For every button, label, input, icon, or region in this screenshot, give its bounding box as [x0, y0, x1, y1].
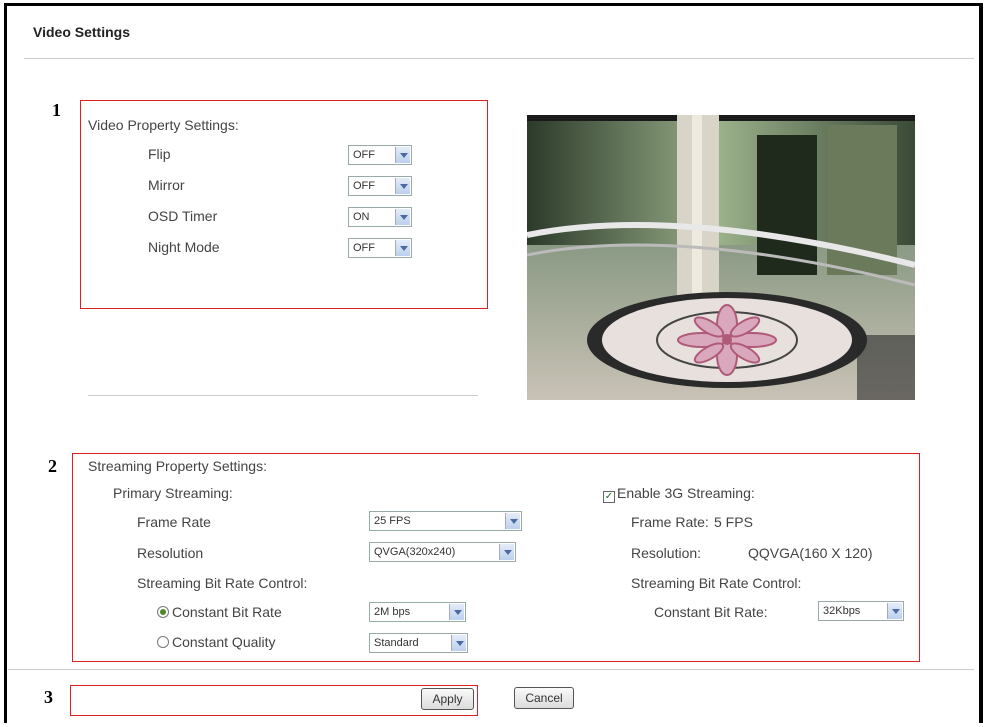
enable-3g-checkbox[interactable]: ✓ — [603, 491, 615, 503]
flip-label: Flip — [148, 146, 171, 162]
section-marker-2: 2 — [48, 456, 57, 476]
chevron-down-icon — [395, 209, 410, 225]
threeg-frame-rate-label: Frame Rate: — [631, 514, 709, 530]
osd-timer-select[interactable]: ON — [348, 207, 412, 227]
osd-timer-label: OSD Timer — [148, 208, 218, 224]
footer-divider — [8, 669, 974, 670]
resolution-select-value: QVGA(320x240) — [374, 546, 456, 558]
chevron-down-icon — [505, 513, 520, 529]
threeg-constant-bit-rate-select[interactable]: 32Kbps — [818, 601, 904, 621]
chevron-down-icon — [395, 240, 410, 256]
osd-timer-select-value: ON — [353, 211, 370, 223]
chevron-down-icon — [449, 604, 464, 620]
chevron-down-icon — [499, 544, 514, 560]
primary-streaming-heading: Primary Streaming: — [113, 485, 233, 501]
threeg-constant-bit-rate-select-value: 32Kbps — [823, 605, 861, 617]
constant-quality-option[interactable]: Constant Quality — [157, 634, 276, 650]
threeg-resolution-value: QQVGA(160 X 120) — [748, 545, 873, 561]
bitrate-control-label: Streaming Bit Rate Control: — [137, 575, 308, 591]
video-property-heading: Video Property Settings: — [88, 117, 239, 133]
chevron-down-icon — [887, 603, 902, 619]
cancel-button[interactable]: Cancel — [514, 687, 574, 709]
night-mode-label: Night Mode — [148, 239, 220, 255]
constant-quality-select-value: Standard — [374, 637, 419, 649]
chevron-down-icon — [451, 635, 466, 651]
night-mode-select-value: OFF — [353, 242, 375, 254]
resolution-label: Resolution — [137, 545, 204, 561]
mirror-select[interactable]: OFF — [348, 176, 412, 196]
highlight-box-3 — [70, 685, 478, 716]
mirror-label: Mirror — [148, 177, 185, 193]
chevron-down-icon — [395, 178, 410, 194]
title-divider — [24, 58, 974, 59]
section-divider — [88, 395, 478, 396]
flip-select[interactable]: OFF — [348, 145, 412, 165]
constant-bit-rate-select[interactable]: 2M bps — [369, 602, 466, 622]
enable-3g-label: Enable 3G Streaming: — [617, 485, 755, 501]
camera-preview-image — [527, 115, 915, 400]
streaming-property-heading: Streaming Property Settings: — [88, 458, 267, 474]
frame-rate-label: Frame Rate — [137, 514, 211, 530]
resolution-select[interactable]: QVGA(320x240) — [369, 542, 516, 562]
constant-quality-label: Constant Quality — [172, 634, 276, 650]
constant-bit-rate-radio[interactable] — [157, 606, 169, 618]
threeg-frame-rate-value: 5 FPS — [714, 514, 753, 530]
constant-bit-rate-select-value: 2M bps — [374, 606, 411, 618]
enable-3g-option[interactable]: ✓ Enable 3G Streaming: — [603, 485, 755, 503]
page-title: Video Settings — [33, 24, 130, 40]
threeg-resolution-label: Resolution: — [631, 545, 702, 561]
section-marker-1: 1 — [52, 100, 61, 120]
mirror-select-value: OFF — [353, 180, 375, 192]
constant-bit-rate-option[interactable]: Constant Bit Rate — [157, 604, 282, 620]
night-mode-select[interactable]: OFF — [348, 238, 412, 258]
threeg-constant-bit-rate-label: Constant Bit Rate: — [654, 604, 768, 620]
threeg-bitrate-control-label: Streaming Bit Rate Control: — [631, 575, 802, 591]
flip-select-value: OFF — [353, 149, 375, 161]
constant-bit-rate-label: Constant Bit Rate — [172, 604, 282, 620]
constant-quality-radio[interactable] — [157, 636, 169, 648]
frame-rate-select-value: 25 FPS — [374, 515, 411, 527]
section-marker-3: 3 — [44, 687, 53, 707]
chevron-down-icon — [395, 147, 410, 163]
frame-rate-select[interactable]: 25 FPS — [369, 511, 522, 531]
apply-button[interactable]: Apply — [421, 688, 474, 710]
constant-quality-select[interactable]: Standard — [369, 633, 468, 653]
